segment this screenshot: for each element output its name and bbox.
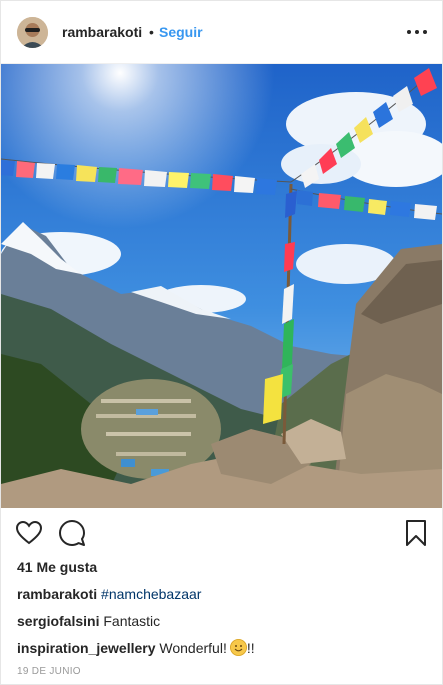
comment-item: sergiofalsini Fantastic: [17, 613, 160, 629]
post-card: rambarakoti • Seguir 41 Me gusta rambara…: [0, 0, 443, 685]
separator-dot: •: [149, 24, 154, 40]
comment-item: rambarakoti #namchebazaar: [17, 586, 201, 602]
follow-button[interactable]: Seguir: [159, 24, 203, 40]
comment-item: inspiration_jewellery Wonderful! !!: [17, 639, 255, 656]
hashtag-link[interactable]: #namchebazaar: [101, 586, 201, 602]
smiling-face-emoji: [229, 639, 247, 656]
more-options-icon[interactable]: [405, 23, 429, 41]
heart-icon[interactable]: [15, 519, 43, 547]
action-bar: [1, 515, 442, 555]
comment-bubble-icon[interactable]: [58, 519, 86, 547]
post-username[interactable]: rambarakoti: [62, 24, 142, 40]
bookmark-icon[interactable]: [402, 519, 430, 547]
comment-text: Wonderful!: [159, 640, 227, 656]
avatar[interactable]: [17, 17, 48, 48]
likes-count[interactable]: 41 Me gusta: [17, 559, 97, 575]
comment-username[interactable]: rambarakoti: [17, 586, 97, 602]
post-date[interactable]: 19 DE JUNIO: [17, 666, 81, 677]
comment-username[interactable]: inspiration_jewellery: [17, 640, 156, 656]
comment-username[interactable]: sergiofalsini: [17, 613, 99, 629]
comment-suffix: !!: [246, 640, 255, 656]
post-photo[interactable]: [1, 64, 442, 508]
comment-text: Fantastic: [103, 613, 161, 629]
post-header: rambarakoti • Seguir: [1, 1, 442, 64]
